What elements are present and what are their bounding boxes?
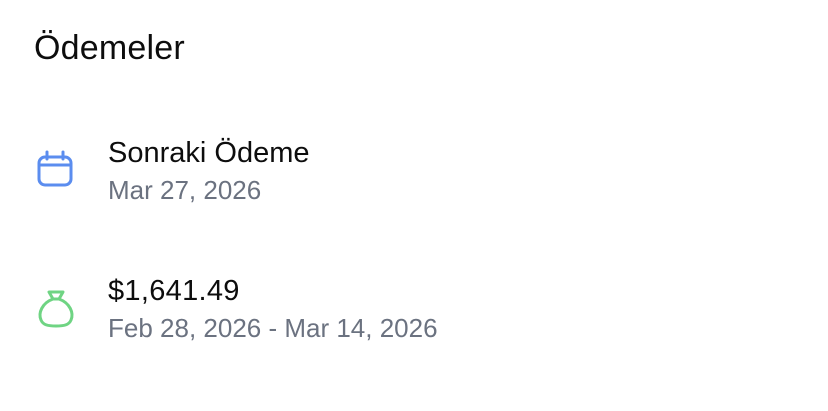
payment-amount: $1,641.49 bbox=[108, 275, 240, 307]
next-payment-date: Mar 27, 2026 bbox=[108, 175, 262, 205]
next-payment-label: Sonraki Ödeme bbox=[108, 137, 310, 169]
payment-period: Feb 28, 2026 - Mar 14, 2026 bbox=[108, 313, 438, 343]
section-title: Ödemeler bbox=[34, 29, 185, 67]
next-payment-row: Sonraki Ödeme Mar 27, 2026 bbox=[0, 130, 828, 220]
money-bag-icon bbox=[34, 286, 78, 330]
payment-amount-row: $1,641.49 Feb 28, 2026 - Mar 14, 2026 bbox=[0, 268, 828, 358]
calendar-icon bbox=[34, 148, 78, 192]
